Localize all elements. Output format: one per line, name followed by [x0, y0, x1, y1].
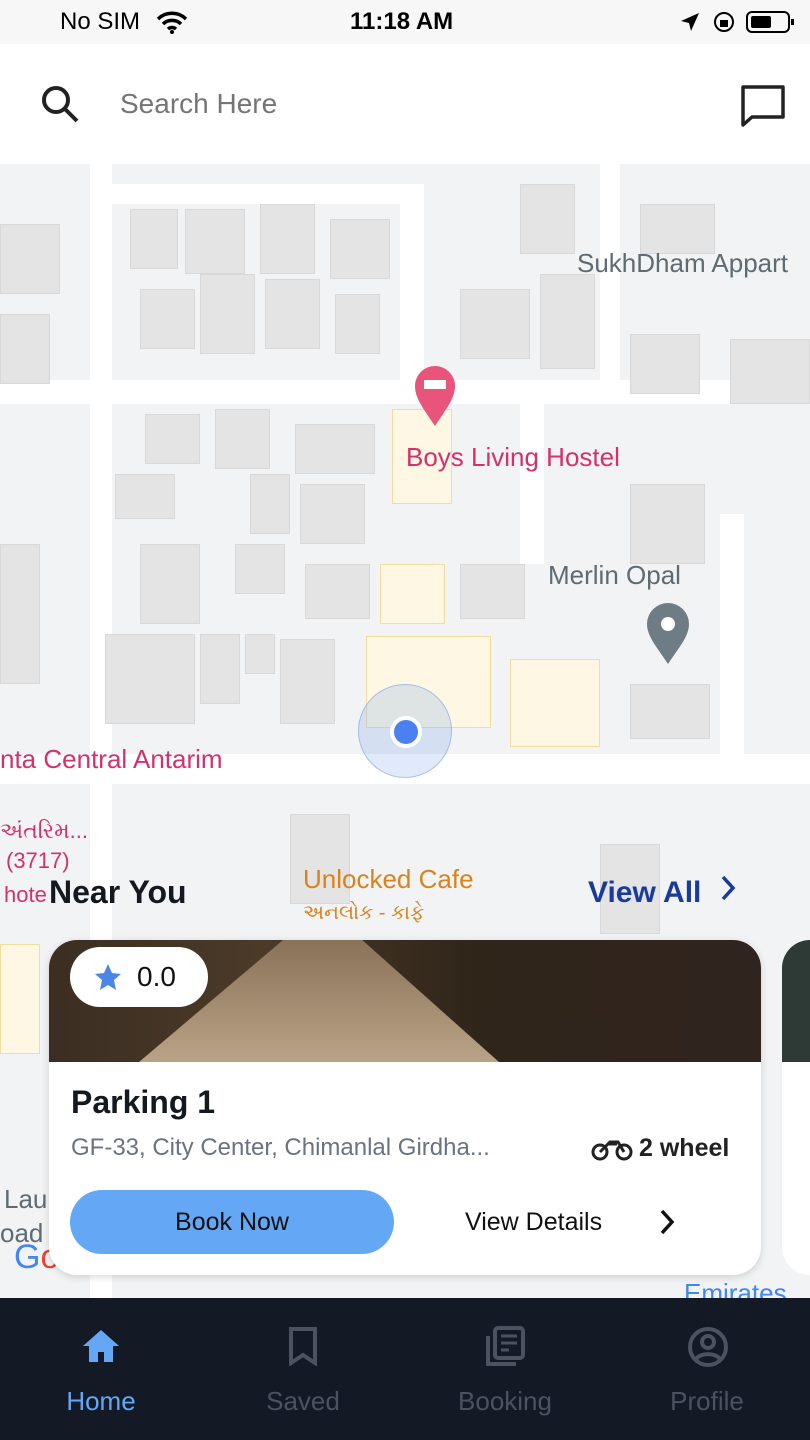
view-all-link[interactable]: View All	[588, 874, 738, 910]
view-details-button[interactable]: View Details	[465, 1190, 685, 1254]
clock: 11:18 AM	[350, 8, 454, 35]
profile-icon	[688, 1327, 728, 1367]
search-bar	[0, 44, 810, 164]
bookmark-icon	[289, 1327, 317, 1366]
chevron-right-icon	[721, 875, 736, 901]
section-title: Near You	[49, 874, 187, 910]
map-label: Lau	[4, 1184, 48, 1214]
home-icon	[83, 1330, 119, 1362]
map-label: અંતરિમ...	[0, 818, 89, 843]
hotel-pin-icon[interactable]	[413, 364, 457, 428]
map-label: અનલોક - કાફે	[303, 902, 425, 924]
next-card-peek[interactable]	[782, 940, 810, 1275]
rotation-lock-icon	[714, 12, 734, 32]
bottom-nav: Home Saved Booking Profile	[0, 1298, 810, 1440]
nav-saved[interactable]: Saved	[202, 1298, 404, 1440]
current-location-marker	[358, 684, 452, 778]
map-label: Emirates	[684, 1278, 787, 1298]
map-label: hote	[4, 882, 47, 907]
rating-badge: 0.0	[70, 947, 208, 1007]
motorcycle-icon	[591, 1140, 633, 1161]
location-arrow-icon	[681, 13, 699, 31]
chat-icon[interactable]	[740, 84, 786, 128]
carrier: No SIM	[60, 8, 141, 35]
book-now-button[interactable]: Book Now	[70, 1190, 394, 1254]
parking-name: Parking 1	[71, 1084, 216, 1120]
search-input[interactable]	[120, 84, 680, 124]
wifi-icon	[156, 11, 188, 34]
chevron-right-icon	[660, 1209, 675, 1235]
nav-profile[interactable]: Profile	[606, 1298, 808, 1440]
nav-home[interactable]: Home	[0, 1298, 202, 1440]
parking-address: GF-33, City Center, Chimanlal Girdha...	[71, 1134, 490, 1161]
map-label: (3717)	[6, 848, 70, 873]
search-icon[interactable]	[40, 84, 80, 124]
map-label: nta Central Antarim	[0, 744, 223, 774]
map-label: Unlocked Cafe	[303, 864, 474, 894]
map-label: Merlin Opal	[548, 560, 681, 590]
place-pin-icon[interactable]	[645, 602, 691, 666]
booking-list-icon	[486, 1326, 525, 1366]
star-icon	[95, 964, 121, 990]
status-bar: No SIM 11:18 AM	[0, 0, 810, 44]
map-label: Boys Living Hostel	[406, 442, 620, 472]
parking-card[interactable]: 0.0 Parking 1 GF-33, City Center, Chiman…	[49, 940, 761, 1275]
map-label: SukhDham Appart	[577, 248, 789, 278]
battery-icon	[746, 11, 794, 33]
vehicle-type: 2 wheel	[639, 1134, 730, 1162]
nav-booking[interactable]: Booking	[404, 1298, 606, 1440]
